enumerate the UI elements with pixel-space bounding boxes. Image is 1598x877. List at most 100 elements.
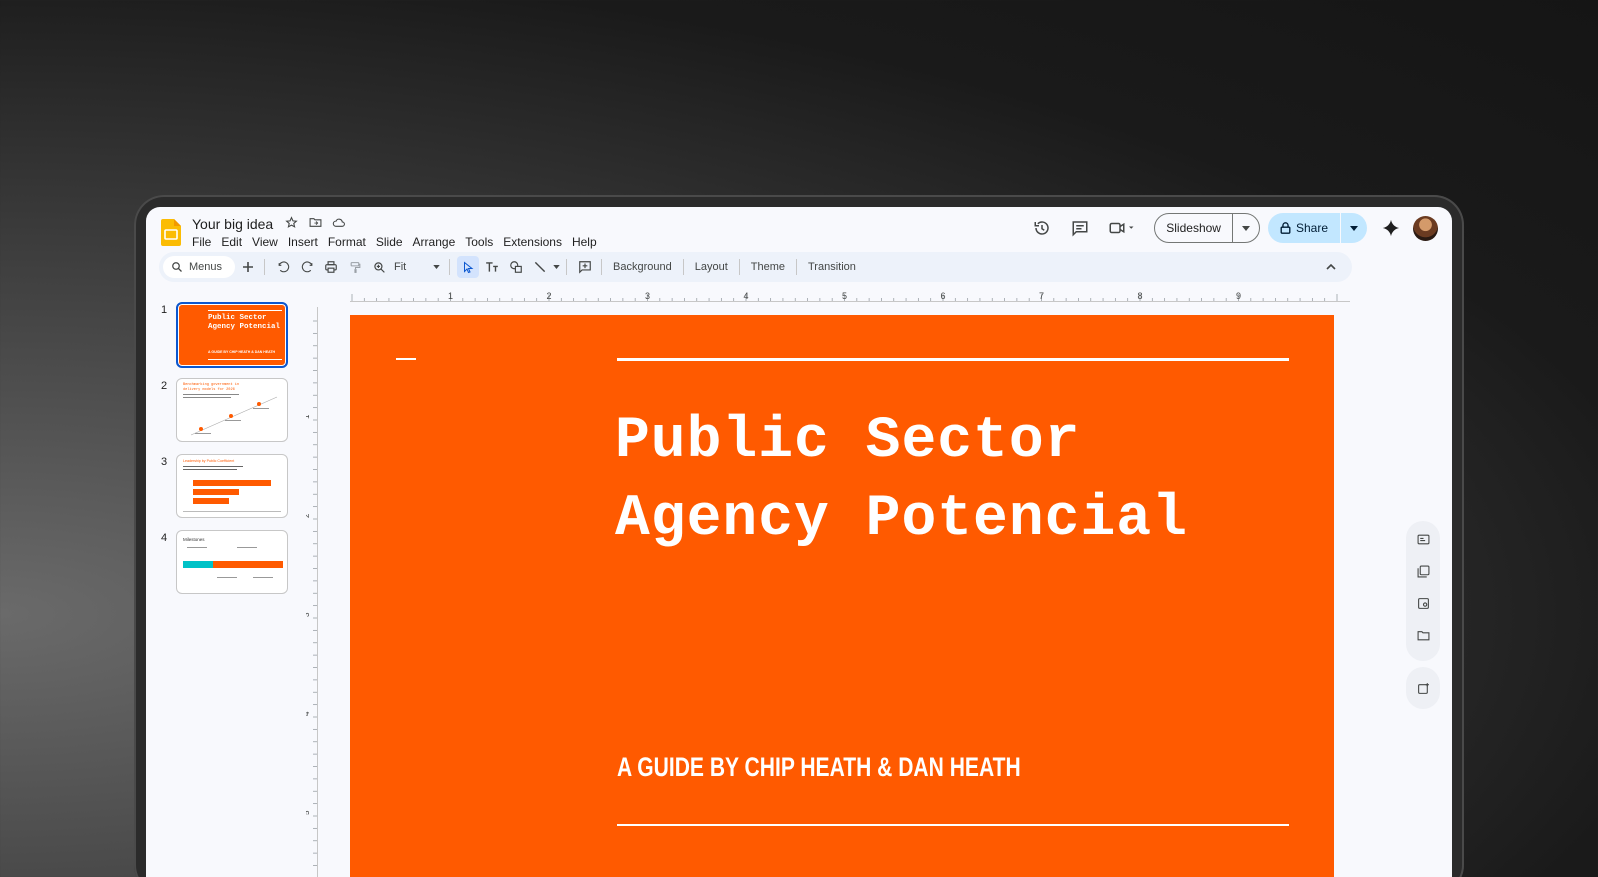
slides-logo-icon[interactable]: [161, 219, 181, 246]
star-icon[interactable]: [284, 215, 298, 229]
transition-button[interactable]: Transition: [802, 261, 862, 273]
menu-edit[interactable]: Edit: [221, 235, 242, 249]
horizontal-ruler: 1 2 3 4 5 6 7 8 9: [350, 291, 1350, 302]
toolbar: Menus Fit Background Layout Theme Transi…: [159, 252, 1352, 282]
ruler-label: 4: [744, 291, 749, 301]
background-button[interactable]: Background: [607, 261, 678, 273]
slide-canvas[interactable]: Public Sector Agency Potencial A GUIDE B…: [350, 315, 1334, 877]
new-slide-icon[interactable]: [237, 256, 259, 278]
slide-title[interactable]: Public Sector Agency Potencial: [615, 403, 1315, 559]
slideshow-dropdown-icon[interactable]: [1233, 214, 1259, 242]
avatar[interactable]: [1413, 215, 1438, 241]
slide-top-rule: [617, 358, 1289, 361]
theme-button[interactable]: Theme: [745, 261, 791, 273]
chevron-down-icon: [433, 265, 440, 269]
slides-panel-icon[interactable]: [1415, 563, 1431, 579]
ruler-label: 2: [547, 291, 552, 301]
slideshow-label[interactable]: Slideshow: [1155, 214, 1233, 242]
ruler-label: 7: [1039, 291, 1044, 301]
ruler-label: 8: [1138, 291, 1143, 301]
ruler-label: 3: [645, 291, 650, 301]
keep-icon[interactable]: [1415, 595, 1431, 611]
search-icon: [172, 262, 182, 272]
toolbar-divider: [796, 259, 797, 275]
ruler-label: 1: [306, 414, 311, 419]
thumbnail-number: 4: [161, 532, 168, 544]
slide-bottom-rule: [617, 824, 1289, 826]
move-folder-icon[interactable]: [308, 215, 322, 229]
undo-icon[interactable]: [272, 256, 294, 278]
toolbar-divider: [264, 259, 265, 275]
meet-video-icon[interactable]: [1106, 216, 1140, 240]
text-box-icon[interactable]: [481, 256, 503, 278]
line-dropdown-icon[interactable]: [551, 256, 561, 278]
toolbar-divider: [566, 259, 567, 275]
thumbnail-title: Public Sector Agency Potencial: [208, 314, 281, 331]
menu-slide[interactable]: Slide: [376, 235, 403, 249]
slide-subtitle[interactable]: A GUIDE BY CHIP HEATH & DAN HEATH: [617, 752, 1021, 783]
menu-help[interactable]: Help: [572, 235, 597, 249]
print-icon[interactable]: [320, 256, 342, 278]
share-label: Share: [1295, 221, 1328, 235]
redo-icon[interactable]: [296, 256, 318, 278]
thumbnail-title: Milestones: [183, 537, 205, 542]
slideshow-button[interactable]: Slideshow: [1154, 213, 1260, 243]
collapse-toolbar-icon[interactable]: [1320, 256, 1342, 278]
ruler-label: 5: [842, 291, 847, 301]
vertical-ruler: 1 2 3 4 5: [306, 307, 318, 877]
slide-thumbnail-4[interactable]: Milestones: [176, 530, 288, 594]
ruler-label: 2: [306, 513, 311, 518]
app-window: Your big idea File Edit View Insert Form…: [146, 207, 1452, 877]
slide-thumbnail-1[interactable]: Public Sector Agency Potencial A GUIDE B…: [176, 302, 288, 368]
slide-thumbnail-2[interactable]: Benchmarking government in delivery mode…: [176, 378, 288, 442]
ruler-label: 4: [306, 711, 311, 716]
thumbnail-number: 3: [161, 456, 168, 468]
cloud-status-icon[interactable]: [332, 215, 346, 229]
add-on-icon[interactable]: [1415, 680, 1431, 696]
toolbar-divider: [738, 259, 740, 275]
thumbnail-number: 1: [161, 304, 168, 316]
folder-icon[interactable]: [1415, 627, 1431, 643]
share-button[interactable]: Share: [1267, 213, 1367, 243]
zoom-icon[interactable]: [368, 256, 390, 278]
menus-search[interactable]: Menus: [163, 256, 235, 278]
menu-tools[interactable]: Tools: [465, 235, 493, 249]
menus-search-placeholder: Menus: [189, 261, 223, 273]
gemini-sparkle-icon[interactable]: [1379, 216, 1403, 240]
paint-format-icon[interactable]: [344, 256, 366, 278]
toolbar-divider: [449, 259, 450, 275]
side-panel: [1406, 521, 1440, 661]
toolbar-divider: [601, 259, 602, 275]
slide-accent-dash: [396, 358, 416, 360]
add-on-panel: [1406, 667, 1440, 709]
layout-button[interactable]: Layout: [689, 261, 734, 273]
slide-thumbnail-3[interactable]: Leadership by Public Coefficient: [176, 454, 288, 518]
ruler-label: 1: [448, 291, 453, 301]
zoom-select[interactable]: Fit: [390, 261, 444, 273]
menu-file[interactable]: File: [192, 235, 211, 249]
ruler-label: 6: [941, 291, 946, 301]
menu-view[interactable]: View: [252, 235, 278, 249]
thumbnail-number: 2: [161, 380, 168, 392]
timeline-diagram: [190, 396, 278, 436]
document-title[interactable]: Your big idea: [192, 216, 273, 232]
lock-icon: [1280, 222, 1291, 234]
menu-format[interactable]: Format: [328, 235, 366, 249]
comment-add-icon[interactable]: [574, 256, 596, 278]
comments-icon[interactable]: [1068, 216, 1092, 240]
speaker-notes-icon[interactable]: [1415, 531, 1431, 547]
toolbar-divider: [682, 259, 684, 275]
menu-arrange[interactable]: Arrange: [413, 235, 456, 249]
menu-insert[interactable]: Insert: [288, 235, 318, 249]
ruler-label: 5: [306, 810, 311, 815]
line-icon[interactable]: [529, 256, 551, 278]
menu-extensions[interactable]: Extensions: [503, 235, 562, 249]
thumbnail-subtitle: A GUIDE BY CHIP HEATH & DAN HEATH: [208, 350, 276, 354]
zoom-value: Fit: [394, 261, 407, 273]
shape-icon[interactable]: [505, 256, 527, 278]
share-dropdown-icon[interactable]: [1341, 213, 1367, 243]
version-history-icon[interactable]: [1030, 216, 1054, 240]
select-cursor-icon[interactable]: [457, 256, 479, 278]
ruler-label: 9: [1236, 291, 1241, 301]
menu-bar: File Edit View Insert Format Slide Arran…: [192, 235, 607, 249]
